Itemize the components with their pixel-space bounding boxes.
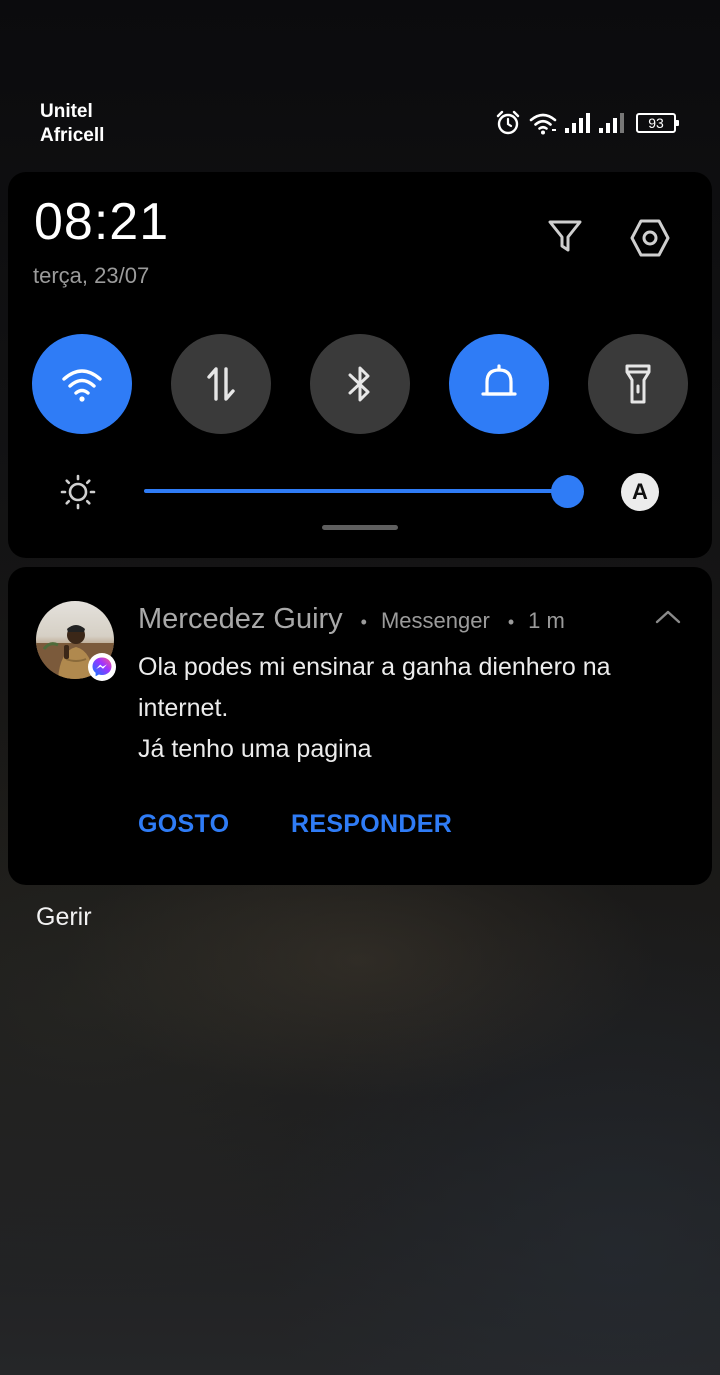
signal-icon bbox=[565, 113, 590, 133]
app-name: Messenger bbox=[380, 608, 490, 633]
alarm-icon bbox=[496, 110, 520, 135]
quick-settings-panel: 08:21 terça, 23/07 A bbox=[8, 172, 712, 558]
message-body: Ola podes mi ensinar a ganha dienhero na… bbox=[138, 647, 688, 770]
chevron-up-icon[interactable] bbox=[654, 607, 682, 625]
mobile-data-toggle[interactable] bbox=[171, 334, 271, 434]
separator-dot: • bbox=[507, 612, 515, 632]
notification-card[interactable]: Mercedez Guiry • Messenger • 1 m Ola pod… bbox=[8, 567, 712, 885]
message-line: Já tenho uma pagina bbox=[138, 735, 372, 763]
like-button[interactable]: GOSTO bbox=[138, 810, 229, 839]
messenger-badge bbox=[88, 653, 116, 681]
bluetooth-toggle[interactable] bbox=[310, 334, 410, 434]
battery-icon: 93 bbox=[636, 113, 679, 133]
settings-icon bbox=[630, 219, 670, 257]
auto-brightness-button[interactable]: A bbox=[621, 473, 659, 511]
battery-level: 93 bbox=[648, 115, 664, 131]
carrier-info: Unitel Africell bbox=[40, 100, 104, 148]
filter-button[interactable] bbox=[545, 216, 585, 256]
brightness-icon bbox=[60, 474, 96, 510]
flashlight-toggle[interactable] bbox=[588, 334, 688, 434]
date[interactable]: terça, 23/07 bbox=[33, 263, 149, 289]
messenger-icon bbox=[92, 657, 112, 677]
notification-time: 1 m bbox=[528, 608, 565, 633]
carrier-2: Africell bbox=[40, 125, 105, 146]
wifi-toggle[interactable] bbox=[32, 334, 132, 434]
carrier-1: Unitel bbox=[40, 101, 93, 122]
filter-icon bbox=[548, 220, 582, 252]
reply-button[interactable]: RESPONDER bbox=[291, 810, 452, 839]
settings-button[interactable] bbox=[628, 216, 672, 260]
wifi-icon bbox=[529, 113, 557, 135]
sender-name: Mercedez Guiry bbox=[138, 603, 343, 635]
expand-handle[interactable] bbox=[322, 525, 398, 530]
status-icons: 93 bbox=[494, 108, 679, 138]
brightness-slider-thumb[interactable] bbox=[551, 475, 585, 508]
separator-dot: • bbox=[360, 612, 367, 632]
manage-notifications-button[interactable]: Gerir bbox=[36, 903, 92, 932]
clock[interactable]: 08:21 bbox=[34, 194, 169, 250]
notification-header: Mercedez Guiry • Messenger • 1 m bbox=[138, 603, 565, 636]
flashlight-icon bbox=[625, 364, 651, 404]
signal-icon bbox=[599, 113, 624, 133]
bell-icon bbox=[481, 364, 517, 396]
brightness-slider[interactable] bbox=[144, 489, 576, 493]
data-transfer-icon bbox=[207, 367, 235, 401]
wifi-icon bbox=[62, 369, 102, 402]
message-line: Ola podes mi ensinar a ganha dienhero na… bbox=[138, 653, 611, 722]
sound-toggle[interactable] bbox=[449, 334, 549, 434]
bluetooth-icon bbox=[348, 366, 370, 402]
